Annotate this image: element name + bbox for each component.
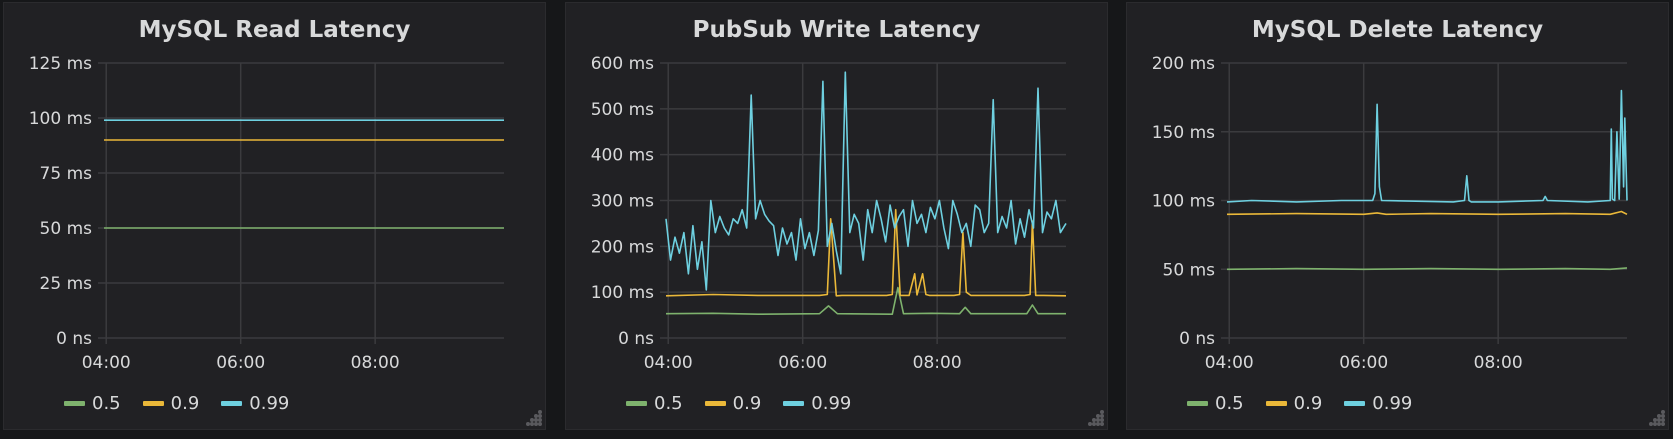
chart-area: 0 ns 100 ms 200 ms 300 ms 400 ms 500 ms 600 ms… <box>591 54 1067 373</box>
x-tick-label: 06:00 <box>778 353 827 373</box>
x-tick-label: 04:00 <box>82 353 131 373</box>
resize-handle-icon[interactable] <box>1088 410 1104 426</box>
legend-label: 0.99 <box>249 393 290 414</box>
x-tick-label: 06:00 <box>216 353 265 373</box>
legend-item-p50[interactable]: 0.5 <box>626 393 683 414</box>
x-tick-label: 08:00 <box>1474 353 1523 373</box>
legend-label: 0.5 <box>654 393 683 414</box>
x-tick-label: 08:00 <box>351 353 400 373</box>
y-tick-label: 0 ns <box>1179 329 1215 349</box>
y-tick-label: 50 ms <box>1163 260 1216 280</box>
legend-swatch <box>1344 401 1366 406</box>
legend-label: 0.9 <box>1293 393 1323 414</box>
x-tick-label: 04:00 <box>644 353 693 373</box>
y-tick-label: 75 ms <box>40 164 93 184</box>
y-tick-label: 200 ms <box>1152 54 1215 74</box>
legend-item-p90[interactable]: 0.9 <box>1265 393 1323 414</box>
chart-area: 0 ns 50 ms 100 ms 150 ms 200 ms 04:00 06:00 08:… <box>1152 54 1628 373</box>
series-line-0_9[interactable] <box>1226 210 1628 216</box>
y-tick-label: 100 ms <box>29 109 92 129</box>
legend-item-p99[interactable]: 0.99 <box>783 393 851 414</box>
legend: 0.5 0.9 0.99 <box>1187 393 1412 414</box>
legend-swatch <box>783 401 805 406</box>
legend-item-p90[interactable]: 0.9 <box>704 393 762 414</box>
y-tick-label: 100 ms <box>1152 192 1215 212</box>
chart-area: 0 ns 25 ms 50 ms 75 ms 100 ms 125 ms 04:00 06:0… <box>29 54 504 373</box>
legend-label: 0.9 <box>732 393 762 414</box>
x-tick-label: 06:00 <box>1339 353 1388 373</box>
y-tick-label: 300 ms <box>591 192 654 212</box>
legend-label: 0.5 <box>1215 393 1244 414</box>
legend-swatch <box>626 401 647 406</box>
legend-item-p99[interactable]: 0.99 <box>221 393 289 414</box>
x-tick-label: 08:00 <box>913 353 962 373</box>
legend-swatch <box>221 401 243 406</box>
y-tick-label: 100 ms <box>591 283 654 303</box>
y-tick-label: 50 ms <box>40 219 93 239</box>
legend-item-p90[interactable]: 0.9 <box>142 393 200 414</box>
y-tick-label: 600 ms <box>591 54 654 74</box>
legend-swatch <box>142 401 164 406</box>
y-tick-label: 150 ms <box>1152 123 1215 143</box>
resize-handle-icon[interactable] <box>526 410 542 426</box>
series-line-0_99[interactable] <box>1226 89 1628 203</box>
x-tick-label: 04:00 <box>1205 353 1254 373</box>
series-line-0_5[interactable] <box>1226 267 1628 271</box>
panel-mysql-read-latency: MySQL Read Latency 0 ns 25 ms 50 ms 75 ms 10… <box>3 2 546 430</box>
legend-swatch <box>64 401 85 406</box>
y-tick-label: 25 ms <box>40 274 93 294</box>
legend-label: 0.5 <box>92 393 121 414</box>
series-line-0_99[interactable] <box>665 71 1067 291</box>
legend: 0.5 0.9 0.99 <box>64 393 289 414</box>
y-tick-label: 0 ns <box>618 329 654 349</box>
y-tick-label: 125 ms <box>29 54 92 74</box>
resize-handle-icon[interactable] <box>1649 410 1665 426</box>
y-tick-label: 400 ms <box>591 146 654 166</box>
panel-mysql-delete-latency: MySQL Delete Latency 0 ns 50 ms 100 ms 150 … <box>1126 2 1669 430</box>
y-tick-label: 200 ms <box>591 237 654 257</box>
y-tick-label: 0 ns <box>56 329 92 349</box>
legend-swatch <box>704 401 726 406</box>
legend-item-p99[interactable]: 0.99 <box>1344 393 1412 414</box>
legend-item-p50[interactable]: 0.5 <box>64 393 121 414</box>
legend-item-p50[interactable]: 0.5 <box>1187 393 1244 414</box>
legend-swatch <box>1265 401 1287 406</box>
legend-label: 0.99 <box>1372 393 1413 414</box>
legend-label: 0.99 <box>811 393 852 414</box>
panel-pubsub-write-latency: PubSub Write Latency 0 ns 100 ms 200 ms 300… <box>565 2 1108 430</box>
legend-label: 0.9 <box>170 393 200 414</box>
y-tick-label: 500 ms <box>591 100 654 120</box>
legend-swatch <box>1187 401 1208 406</box>
legend: 0.5 0.9 0.99 <box>626 393 851 414</box>
